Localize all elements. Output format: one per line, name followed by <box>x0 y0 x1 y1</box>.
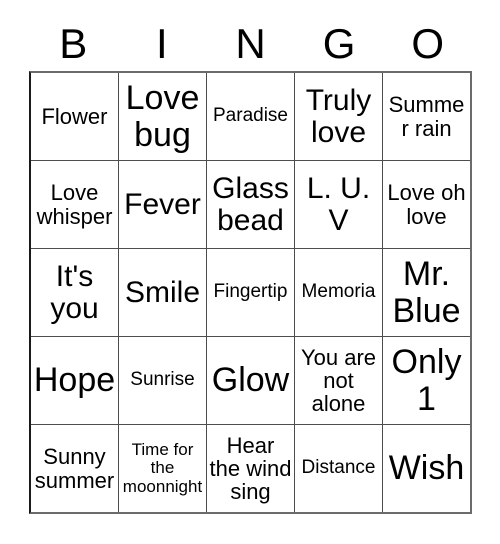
bingo-cell[interactable]: Wish <box>382 425 470 512</box>
bingo-cell[interactable]: Paradise <box>206 73 294 160</box>
bingo-grid: Flower Love bug Paradise Truly love Summ… <box>29 71 472 514</box>
bingo-cell-label: Only 1 <box>391 343 462 418</box>
bingo-cell[interactable]: Smile <box>118 249 206 336</box>
bingo-cell[interactable]: Memoria <box>294 249 382 336</box>
bingo-cell-label: Sunny summer <box>34 444 115 493</box>
bingo-header-letter-g: G <box>322 20 356 67</box>
bingo-cell[interactable]: Hear the wind sing <box>206 425 294 512</box>
bingo-cell-label: Glass bead <box>212 171 289 237</box>
bingo-cell[interactable]: Fingertip <box>206 249 294 336</box>
bingo-cell[interactable]: Fever <box>118 161 206 248</box>
bingo-cell[interactable]: You are not alone <box>294 337 382 424</box>
bingo-cell-label: Time for the moonnight <box>122 440 203 496</box>
bingo-cell[interactable]: Truly love <box>294 73 382 160</box>
bingo-cell-label: Love bug <box>125 79 200 154</box>
bingo-cell-label: Summer rain <box>388 92 465 141</box>
bingo-cell[interactable]: It's you <box>31 249 118 336</box>
bingo-cell[interactable]: L. U. V <box>294 161 382 248</box>
bingo-cell[interactable]: Flower <box>31 73 118 160</box>
bingo-row: It's you Smile Fingertip Memoria Mr. Blu… <box>31 248 470 336</box>
bingo-cell-label: Fever <box>124 187 201 221</box>
bingo-header-letter-n: N <box>235 20 266 67</box>
bingo-cell-label: Smile <box>124 275 200 309</box>
bingo-row: Love whisper Fever Glass bead L. U. V Lo… <box>31 160 470 248</box>
bingo-cell-label: Fingertip <box>213 281 288 303</box>
bingo-cell-label: Love whisper <box>36 180 113 229</box>
bingo-cell-label: Wish <box>388 449 465 488</box>
bingo-cell-label: L. U. V <box>306 171 371 237</box>
bingo-cell-label: Memoria <box>301 281 376 303</box>
bingo-row: Sunny summer Time for the moonnight Hear… <box>31 424 470 512</box>
bingo-row: Hope Sunrise Glow You are not alone Only… <box>31 336 470 424</box>
bingo-cell[interactable]: Love whisper <box>31 161 118 248</box>
bingo-cell-label: Distance <box>301 457 376 479</box>
bingo-cell-label: Sunrise <box>130 369 195 391</box>
bingo-cell[interactable]: Summer rain <box>382 73 470 160</box>
bingo-row: Flower Love bug Paradise Truly love Summ… <box>31 73 470 160</box>
bingo-cell[interactable]: Glow <box>206 337 294 424</box>
bingo-cell[interactable]: Only 1 <box>382 337 470 424</box>
bingo-cell-label: Mr. Blue <box>392 255 461 330</box>
bingo-cell-label: Glow <box>211 361 290 400</box>
bingo-header-letter-b: B <box>59 20 88 67</box>
bingo-header-row: B I N G O <box>29 18 472 70</box>
bingo-card: B I N G O Flower Love bug Paradise Truly… <box>0 0 500 544</box>
bingo-cell-label: Paradise <box>213 105 288 127</box>
bingo-cell-label: You are not alone <box>300 344 377 417</box>
bingo-header-letter-i: I <box>156 20 168 67</box>
bingo-cell-label: Hope <box>33 361 116 400</box>
bingo-cell-label: Flower <box>41 103 108 129</box>
bingo-cell[interactable]: Love bug <box>118 73 206 160</box>
bingo-cell[interactable]: Love oh love <box>382 161 470 248</box>
bingo-cell-label: Love oh love <box>387 180 466 229</box>
bingo-cell-label: Truly love <box>305 83 372 149</box>
bingo-cell[interactable]: Time for the moonnight <box>118 425 206 512</box>
bingo-header-letter-o: O <box>411 20 444 67</box>
bingo-cell[interactable]: Mr. Blue <box>382 249 470 336</box>
bingo-cell[interactable]: Sunrise <box>118 337 206 424</box>
bingo-cell[interactable]: Distance <box>294 425 382 512</box>
bingo-cell-label: Hear the wind sing <box>209 432 292 505</box>
bingo-cell[interactable]: Glass bead <box>206 161 294 248</box>
bingo-cell[interactable]: Hope <box>31 337 118 424</box>
bingo-cell[interactable]: Sunny summer <box>31 425 118 512</box>
bingo-cell-label: It's you <box>50 259 99 325</box>
